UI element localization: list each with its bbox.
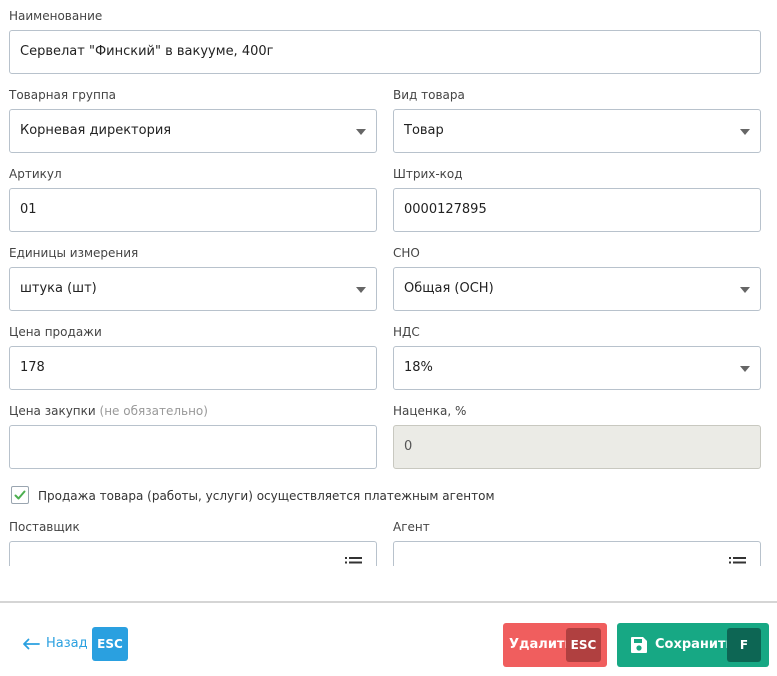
kind-value: Товар	[404, 123, 444, 138]
back-shortcut-key: ESC	[92, 627, 128, 661]
delete-button[interactable]: Удалить ESC	[503, 623, 607, 667]
back-label: Назад	[46, 636, 88, 651]
list-icon[interactable]	[345, 557, 362, 566]
payment-agent-label: Продажа товара (работы, услуги) осуществ…	[38, 489, 495, 503]
chevron-down-icon	[740, 287, 750, 293]
delete-label: Удалить	[509, 637, 573, 652]
article-input[interactable]: 01	[9, 188, 377, 232]
group-select[interactable]: Корневая директория	[9, 109, 377, 153]
barcode-value: 0000127895	[404, 202, 487, 217]
save-shortcut-key: F	[727, 628, 761, 662]
save-button[interactable]: Сохранить F	[617, 623, 769, 667]
markup-label: Наценка, %	[393, 404, 467, 418]
name-label: Наименование	[9, 9, 103, 23]
purchase-price-input[interactable]	[9, 425, 377, 469]
article-label: Артикул	[9, 167, 62, 181]
kind-select[interactable]: Товар	[393, 109, 761, 153]
markup-input: 0	[393, 425, 761, 469]
tax-system-label: СНО	[393, 246, 420, 260]
vat-value: 18%	[404, 360, 433, 375]
markup-value: 0	[404, 439, 413, 454]
agent-label: Агент	[393, 520, 430, 534]
agent-select[interactable]	[393, 541, 761, 566]
chevron-down-icon	[356, 129, 366, 135]
vat-select[interactable]: 18%	[393, 346, 761, 390]
group-label: Товарная группа	[9, 88, 117, 102]
purchase-price-label: Цена закупки (не обязательно)	[9, 404, 208, 418]
name-value: Сервелат "Финский" в вакууме, 400г	[20, 44, 274, 59]
chevron-down-icon	[740, 366, 750, 372]
tax-system-value: Общая (ОСН)	[404, 281, 494, 296]
footer-divider	[0, 601, 777, 603]
article-value: 01	[20, 202, 37, 217]
barcode-label: Штрих-код	[393, 167, 463, 181]
floppy-disk-icon	[631, 637, 647, 653]
barcode-input[interactable]: 0000127895	[393, 188, 761, 232]
tax-system-select[interactable]: Общая (ОСН)	[393, 267, 761, 311]
vat-label: НДС	[393, 325, 420, 339]
supplier-label: Поставщик	[9, 520, 80, 534]
supplier-select[interactable]	[9, 541, 377, 566]
payment-agent-checkbox[interactable]	[11, 486, 29, 504]
sale-price-input[interactable]: 178	[9, 346, 377, 390]
kind-label: Вид товара	[393, 88, 465, 102]
product-form: Наименование Сервелат "Финский" в вакуум…	[0, 0, 777, 566]
delete-shortcut-key: ESC	[566, 628, 601, 662]
name-input[interactable]: Сервелат "Финский" в вакууме, 400г	[9, 30, 761, 74]
chevron-down-icon	[356, 287, 366, 293]
purchase-price-label-text: Цена закупки	[9, 404, 96, 418]
sale-price-label: Цена продажи	[9, 325, 102, 339]
group-value: Корневая директория	[20, 123, 172, 138]
arrow-left-icon	[23, 638, 40, 649]
list-icon[interactable]	[729, 557, 746, 566]
chevron-down-icon	[740, 129, 750, 135]
units-value: штука (шт)	[20, 281, 97, 296]
save-label: Сохранить	[655, 637, 734, 652]
units-label: Единицы измерения	[9, 246, 139, 260]
sale-price-value: 178	[20, 360, 45, 375]
back-link[interactable]: Назад	[22, 636, 88, 651]
optional-note: (не обязательно)	[99, 404, 208, 418]
units-select[interactable]: штука (шт)	[9, 267, 377, 311]
check-icon	[14, 490, 26, 500]
